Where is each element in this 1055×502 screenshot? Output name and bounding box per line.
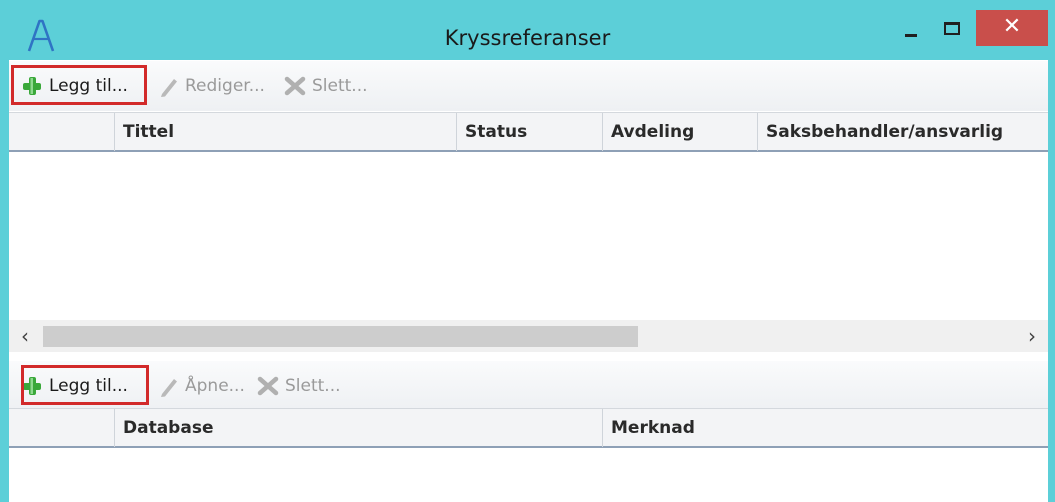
column-header-indicator[interactable] <box>9 113 114 151</box>
title-bar[interactable]: Kryssreferanser ✕ <box>0 0 1055 60</box>
bottom-grid-header: Database Merknad <box>9 408 1048 448</box>
delete-button-label: Slett... <box>312 76 368 96</box>
maximize-button[interactable] <box>932 10 976 46</box>
pencil-icon <box>161 379 177 397</box>
horizontal-scrollbar[interactable]: ‹ › <box>9 320 1048 352</box>
minimize-icon <box>905 34 917 37</box>
scrollbar-thumb[interactable] <box>43 326 638 347</box>
add-database-button-highlight <box>21 365 149 405</box>
bottom-toolbar: Legg til... Åpne... Slett... <box>9 361 1048 411</box>
column-header-indicator[interactable] <box>9 409 114 447</box>
delete-database-button[interactable]: Slett... <box>257 361 341 411</box>
column-header-database[interactable]: Database <box>114 409 602 447</box>
top-grid-header: Tittel Status Avdeling Saksbehandler/ans… <box>9 112 1048 152</box>
column-header-merknad[interactable]: Merknad <box>602 409 1048 447</box>
close-icon: ✕ <box>1002 14 1022 39</box>
top-grid-body[interactable] <box>9 152 1048 320</box>
delete-button[interactable]: Slett... <box>284 61 368 111</box>
close-button[interactable]: ✕ <box>976 10 1048 46</box>
edit-button[interactable]: Rediger... <box>159 61 265 111</box>
add-button-highlight <box>11 65 147 105</box>
gray-x-icon <box>284 76 306 96</box>
column-header-avdeling[interactable]: Avdeling <box>602 113 757 151</box>
client-area: Legg til... Rediger... Slett... Tittel S… <box>9 60 1048 502</box>
pencil-icon <box>161 79 177 97</box>
column-header-saksbehandler[interactable]: Saksbehandler/ansvarlig <box>757 113 1048 151</box>
bottom-grid-body[interactable] <box>9 448 1048 502</box>
scroll-left-arrow-icon[interactable]: ‹ <box>9 320 41 352</box>
delete-database-button-label: Slett... <box>285 376 341 396</box>
minimize-button[interactable] <box>888 10 932 46</box>
gray-x-icon <box>257 376 279 396</box>
maximize-icon <box>944 22 960 35</box>
open-button-label: Åpne... <box>185 376 245 396</box>
column-header-status[interactable]: Status <box>456 113 602 151</box>
window: Kryssreferanser ✕ Legg til... Rediger...… <box>0 0 1055 502</box>
scroll-right-arrow-icon[interactable]: › <box>1016 320 1048 352</box>
column-header-tittel[interactable]: Tittel <box>114 113 456 151</box>
top-toolbar: Legg til... Rediger... Slett... <box>9 61 1048 111</box>
open-button[interactable]: Åpne... <box>159 361 245 411</box>
edit-button-label: Rediger... <box>185 76 265 96</box>
